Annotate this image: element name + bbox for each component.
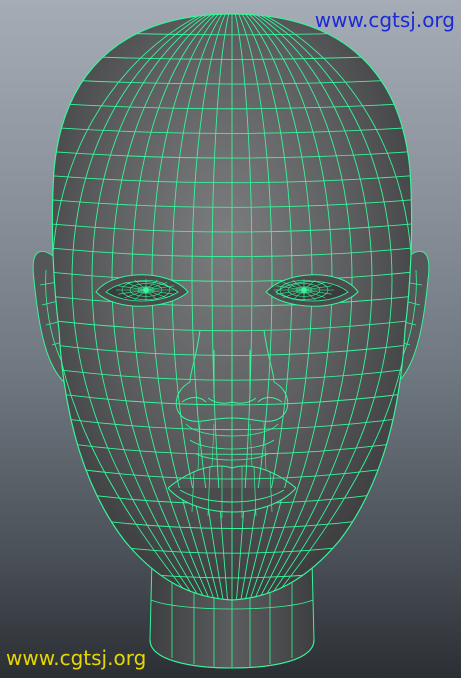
3d-viewport[interactable]: www.cgtsj.org www.cgtsj.org bbox=[0, 0, 461, 678]
head-wireframe-model[interactable] bbox=[0, 0, 461, 678]
watermark-top-right: www.cgtsj.org bbox=[314, 8, 455, 32]
watermark-bottom-left: www.cgtsj.org bbox=[6, 646, 147, 670]
